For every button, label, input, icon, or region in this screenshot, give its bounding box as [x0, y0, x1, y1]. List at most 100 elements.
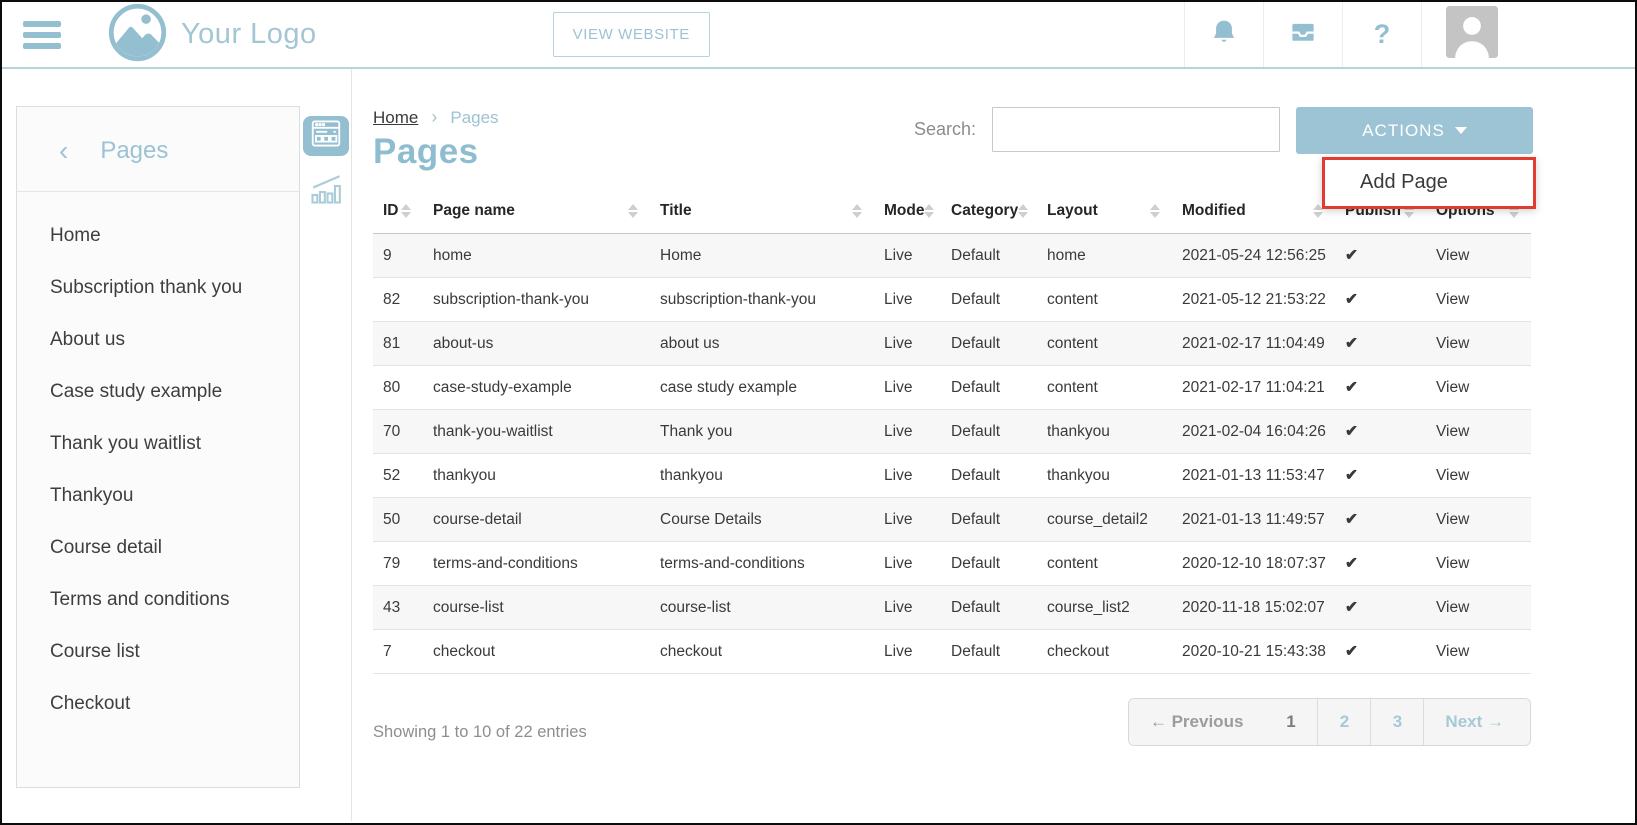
- view-link[interactable]: View: [1436, 291, 1469, 308]
- logo-image-icon: [107, 2, 168, 68]
- sort-icon: [852, 204, 862, 218]
- view-link[interactable]: View: [1436, 599, 1469, 616]
- cell-layout: thankyou: [1037, 454, 1172, 498]
- cell-options: View: [1426, 630, 1531, 674]
- cell-category: Default: [941, 586, 1037, 630]
- sidebar-item-thank-you-waitlist[interactable]: Thank you waitlist: [17, 418, 299, 470]
- column-header-category[interactable]: Category: [941, 193, 1037, 234]
- breadcrumb-home-link[interactable]: Home: [373, 108, 418, 128]
- logo[interactable]: Your Logo: [107, 2, 317, 68]
- sort-icon: [628, 204, 638, 218]
- person-icon: [1446, 6, 1498, 63]
- sidebar-item-checkout[interactable]: Checkout: [17, 678, 299, 730]
- cell-category: Default: [941, 454, 1037, 498]
- pagination: ← Previous 123 Next →: [1128, 698, 1531, 746]
- sidebar-item-case-study-example[interactable]: Case study example: [17, 366, 299, 418]
- app-window: Your Logo VIEW WEBSITE: [0, 0, 1637, 825]
- cell-options: View: [1426, 498, 1531, 542]
- notifications-button[interactable]: [1184, 2, 1263, 67]
- view-link[interactable]: View: [1436, 423, 1469, 440]
- table-row: 81about-usabout usLiveDefaultcontent2021…: [373, 322, 1531, 366]
- actions-dropdown-button[interactable]: ACTIONS: [1296, 107, 1533, 154]
- sidebar-item-course-list[interactable]: Course list: [17, 626, 299, 678]
- column-header-page_name[interactable]: Page name: [423, 193, 650, 234]
- cell-modified: 2021-01-13 11:49:57: [1172, 498, 1335, 542]
- sort-icon: [401, 204, 411, 218]
- cell-modified: 2021-01-13 11:53:47: [1172, 454, 1335, 498]
- cell-title: subscription-thank-you: [650, 278, 874, 322]
- hamburger-menu-icon[interactable]: [23, 21, 61, 49]
- column-header-id[interactable]: ID: [373, 193, 423, 234]
- chevron-right-icon: ›: [431, 107, 437, 128]
- cell-mode: Live: [874, 322, 941, 366]
- cell-mode: Live: [874, 278, 941, 322]
- view-link[interactable]: View: [1436, 643, 1469, 660]
- cell-page_name: case-study-example: [423, 366, 650, 410]
- column-header-layout[interactable]: Layout: [1037, 193, 1172, 234]
- cell-id: 81: [373, 322, 423, 366]
- user-avatar[interactable]: [1421, 2, 1521, 67]
- sidebar-item-subscription-thank-you[interactable]: Subscription thank you: [17, 262, 299, 314]
- cell-title: about us: [650, 322, 874, 366]
- table-row: 79terms-and-conditionsterms-and-conditio…: [373, 542, 1531, 586]
- cell-category: Default: [941, 234, 1037, 278]
- cell-id: 82: [373, 278, 423, 322]
- previous-page-button[interactable]: ← Previous: [1129, 699, 1265, 745]
- view-link[interactable]: View: [1436, 555, 1469, 572]
- cell-publish: ✔: [1335, 586, 1426, 630]
- sidebar-item-about-us[interactable]: About us: [17, 314, 299, 366]
- cell-id: 52: [373, 454, 423, 498]
- cell-category: Default: [941, 366, 1037, 410]
- page-button-2[interactable]: 2: [1317, 699, 1370, 745]
- cell-title: course-list: [650, 586, 874, 630]
- page-button-1[interactable]: 1: [1264, 699, 1317, 745]
- column-header-title[interactable]: Title: [650, 193, 874, 234]
- search-input[interactable]: [992, 107, 1280, 152]
- view-link[interactable]: View: [1436, 335, 1469, 352]
- view-link[interactable]: View: [1436, 379, 1469, 396]
- sidebar-item-terms-and-conditions[interactable]: Terms and conditions: [17, 574, 299, 626]
- cell-page_name: thank-you-waitlist: [423, 410, 650, 454]
- help-button[interactable]: ?: [1342, 2, 1421, 67]
- cell-category: Default: [941, 278, 1037, 322]
- sidebar-back[interactable]: ‹ Pages: [17, 107, 299, 192]
- cell-category: Default: [941, 630, 1037, 674]
- cell-id: 9: [373, 234, 423, 278]
- cell-page_name: checkout: [423, 630, 650, 674]
- inbox-tray-icon: [1288, 17, 1318, 52]
- table-row: 70thank-you-waitlistThank youLiveDefault…: [373, 410, 1531, 454]
- sidebar-item-home[interactable]: Home: [17, 210, 299, 262]
- actions-menu-highlighted: Add Page: [1322, 157, 1536, 209]
- sidebar-item-course-detail[interactable]: Course detail: [17, 522, 299, 574]
- cell-id: 70: [373, 410, 423, 454]
- cell-id: 80: [373, 366, 423, 410]
- view-link[interactable]: View: [1436, 247, 1469, 264]
- add-page-menu-item[interactable]: Add Page: [1325, 160, 1533, 206]
- cell-publish: ✔: [1335, 234, 1426, 278]
- cell-title: Thank you: [650, 410, 874, 454]
- stats-module-button[interactable]: [308, 171, 344, 212]
- table-row: 82subscription-thank-yousubscription-tha…: [373, 278, 1531, 322]
- cell-layout: content: [1037, 322, 1172, 366]
- cell-id: 7: [373, 630, 423, 674]
- column-header-modified[interactable]: Modified: [1172, 193, 1335, 234]
- cell-page_name: thankyou: [423, 454, 650, 498]
- column-header-mode[interactable]: Mode: [874, 193, 941, 234]
- sidebar-item-thankyou[interactable]: Thankyou: [17, 470, 299, 522]
- cell-layout: home: [1037, 234, 1172, 278]
- next-page-button[interactable]: Next →: [1423, 699, 1530, 745]
- breadcrumb: Home › Pages: [373, 107, 499, 128]
- cell-publish: ✔: [1335, 322, 1426, 366]
- top-header: Your Logo VIEW WEBSITE: [2, 2, 1635, 69]
- view-link[interactable]: View: [1436, 467, 1469, 484]
- cell-modified: 2021-02-17 11:04:21: [1172, 366, 1335, 410]
- view-website-button[interactable]: VIEW WEBSITE: [553, 12, 710, 57]
- inbox-button[interactable]: [1263, 2, 1342, 67]
- page-button-3[interactable]: 3: [1370, 699, 1423, 745]
- view-link[interactable]: View: [1436, 511, 1469, 528]
- pages-module-button[interactable]: [303, 116, 349, 156]
- cell-layout: content: [1037, 278, 1172, 322]
- browser-window-icon: [311, 120, 341, 152]
- cell-options: View: [1426, 322, 1531, 366]
- cell-title: Course Details: [650, 498, 874, 542]
